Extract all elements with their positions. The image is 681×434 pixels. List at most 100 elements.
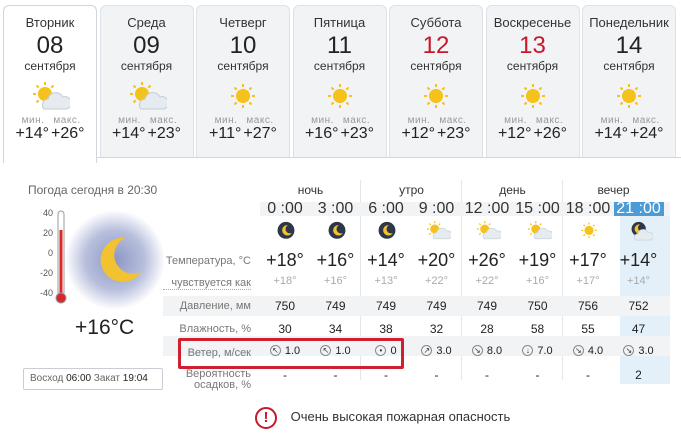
day-name: Суббота [410, 15, 462, 30]
wind-direction-icon: ↘ [572, 345, 584, 356]
partly-cloudy-icon [30, 81, 72, 113]
max-temp: +24° [630, 125, 664, 142]
day-tabs: Вторник 08 сентября мин. макс. +14° +26° Среда 0… [3, 0, 681, 163]
wind-cell: ↘ 4.0 [563, 345, 613, 357]
row-label-temperature: Температура, °С [165, 255, 251, 267]
sun-icon [320, 81, 360, 113]
partly-cloudy-icon [425, 220, 475, 244]
day-tab[interactable]: Воскресенье 13 сентября мин. макс. +12° +26° [485, 5, 580, 157]
feels-value: +16° [525, 275, 550, 287]
day-tab[interactable]: Среда 09 сентября мин. макс. +14° +23° [99, 5, 194, 157]
row-label-precip: Вероятность осадков, % [185, 368, 251, 391]
hour-label: 9 :00 [418, 200, 455, 217]
humidity-value: 30 [278, 322, 292, 336]
min-max-temps: +11° +27° [197, 125, 289, 143]
day-tab[interactable]: Четверг 10 сентября мин. макс. +11° +27° [196, 5, 290, 157]
sun-icon [416, 81, 456, 113]
sunrise-time: 06:00 [66, 373, 92, 384]
day-date: 12 [422, 32, 450, 59]
temperature-value: +20° [417, 250, 456, 270]
wind-cell: ↘ 8.0 [462, 345, 512, 357]
precip-value: - [434, 368, 439, 382]
pressure-value: 749 [476, 299, 498, 313]
min-temp: +12° [497, 125, 532, 142]
fire-alert: ! Очень высокая пожарная опасность [255, 405, 510, 431]
feels-value: +14° [626, 275, 651, 287]
max-temp: +23° [437, 125, 471, 142]
sun-cloud-icon [475, 220, 525, 244]
day-name: Четверг [219, 15, 267, 30]
day-date: 14 [615, 32, 643, 59]
feels-value: +16° [323, 275, 348, 287]
humidity-value: 38 [379, 322, 393, 336]
precip-value: - [333, 368, 338, 382]
hour-label: 15 :00 [515, 200, 560, 217]
scale-tick: 20 [42, 228, 53, 238]
day-month: сентября [506, 59, 559, 73]
min-temp: +14° [594, 125, 628, 142]
day-month: сентября [313, 59, 366, 73]
max-temp: +26° [51, 125, 85, 142]
humidity-value: 34 [328, 322, 343, 336]
thermometer-scale: 40 20 0 -20 -40 [23, 208, 53, 308]
moon-icon [374, 220, 424, 244]
min-temp: +14° [111, 125, 146, 142]
min-temp: +11° [209, 125, 242, 142]
wind-direction-icon: ↘ [471, 345, 483, 356]
min-max-temps: +12° +23° [390, 125, 482, 143]
temperature-value: +19° [518, 250, 557, 270]
day-name: Понедельник [589, 15, 669, 30]
hour-label: 21 :00 [613, 201, 664, 217]
wind-direction-icon: ↗ [421, 345, 433, 356]
max-temp: +23° [340, 125, 375, 142]
day-tab[interactable]: Пятница 11 сентября мин. макс. +16° +23° [292, 5, 387, 157]
pressure-value: 749 [325, 299, 346, 313]
min-max-temps: +16° +23° [294, 125, 386, 143]
wind-speed: 4.0 [587, 345, 604, 357]
max-temp: +26° [533, 125, 568, 142]
moon-night-icon [65, 210, 165, 310]
temperature-value: +14° [619, 250, 658, 270]
max-temp: +23° [147, 125, 182, 142]
wind-speed: 7.0 [537, 345, 553, 357]
max-temp: +27° [243, 125, 277, 142]
pressure-value: 750 [274, 299, 296, 313]
day-name: Вторник [25, 15, 75, 30]
scale-tick: -20 [39, 268, 53, 278]
humidity-value: 55 [581, 322, 595, 336]
sun-cloud-icon [526, 220, 576, 244]
pressure-value: 749 [426, 299, 447, 313]
forecast-panel: Погода сегодня в 20:30 40 20 0 -20 -40 +16°C… [3, 157, 681, 434]
period-label: утро [399, 183, 424, 197]
sun-icon [223, 81, 263, 113]
cloudy-moon-icon [627, 220, 677, 244]
min-temp: +16° [304, 125, 339, 142]
wind-direction-icon: ↓ [522, 345, 534, 356]
row-label-feels[interactable]: чувствуется как [163, 277, 251, 290]
sun-icon [609, 81, 649, 113]
day-month: сентября [603, 59, 655, 73]
min-max-temps: +12° +26° [487, 125, 579, 143]
period-label: ночь [297, 183, 324, 197]
min-max-temps: +14° +23° [101, 125, 193, 143]
pressure-value: 756 [577, 299, 599, 313]
day-date: 09 [133, 32, 160, 59]
day-month: сентября [217, 59, 269, 73]
current-title: Погода сегодня в 20:30 [28, 183, 158, 197]
precip-value: 2 [635, 368, 642, 382]
day-tab[interactable]: Вторник 08 сентября мин. макс. +14° +26° [3, 5, 97, 163]
temperature-value: +16° [316, 250, 355, 270]
wind-speed: 3.0 [436, 345, 452, 357]
feels-value: +22° [475, 275, 499, 287]
precip-value: - [586, 368, 590, 382]
pressure-value: 752 [628, 299, 649, 313]
hour-label: 12 :00 [464, 200, 510, 217]
scale-tick: 0 [47, 248, 53, 258]
temperature-value: +26° [468, 250, 506, 270]
day-tab[interactable]: Суббота 12 сентября мин. макс. +12° +23° [389, 5, 483, 157]
period-label: день [499, 183, 526, 197]
day-date: 08 [36, 32, 64, 59]
day-tab[interactable]: Понедельник 14 сентября мин. макс. +14° +24° [582, 5, 676, 157]
precip-value: - [283, 368, 287, 382]
min-temp: +12° [401, 125, 435, 142]
